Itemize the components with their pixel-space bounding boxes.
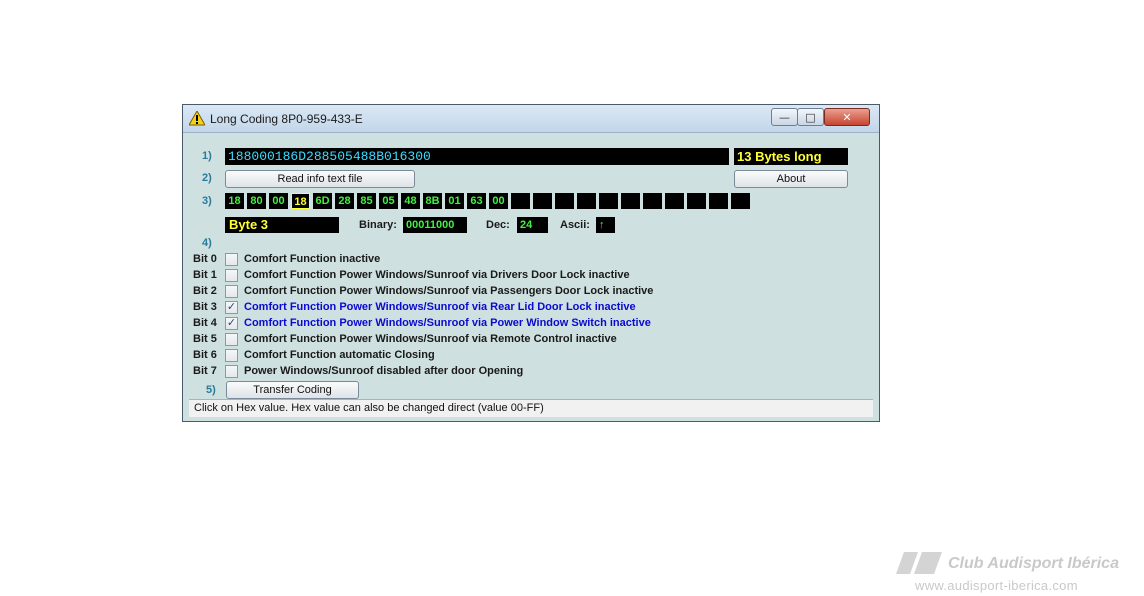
maximize-button[interactable]: □	[797, 108, 824, 126]
hex-byte-cell[interactable]: 6D	[313, 193, 332, 209]
about-button[interactable]: About	[734, 170, 848, 188]
checkmark-icon: ✓	[226, 301, 237, 313]
checkmark-icon: ✓	[226, 317, 237, 329]
hex-byte-cell[interactable]: 8B	[423, 193, 442, 209]
client-area: 1) 188000186D288505488B016300 13 Bytes l…	[189, 133, 873, 417]
hex-byte-cell[interactable]: 63	[467, 193, 486, 209]
hex-byte-cell-empty[interactable]	[643, 193, 662, 209]
bit-description: Comfort Function Power Windows/Sunroof v…	[244, 285, 654, 297]
bit-description: Comfort Function automatic Closing	[244, 349, 435, 361]
hex-byte-cell[interactable]: 80	[247, 193, 266, 209]
watermark-brand: Club Audisport Ibérica	[948, 555, 1119, 572]
bit-3-checkbox[interactable]: ✓	[225, 301, 238, 314]
hex-byte-cell-empty[interactable]	[731, 193, 750, 209]
binary-value: 00011000	[403, 217, 467, 233]
hex-byte-cell-empty[interactable]	[533, 193, 552, 209]
hex-byte-cell[interactable]: 48	[401, 193, 420, 209]
hex-byte-cell[interactable]: 00	[489, 193, 508, 209]
minimize-button[interactable]: —	[771, 108, 798, 126]
bit-label: Bit 7	[193, 365, 217, 377]
hex-byte-cell-empty[interactable]	[599, 193, 618, 209]
audisport-logo-icon	[896, 552, 942, 574]
bit-description: Power Windows/Sunroof disabled after doo…	[244, 365, 524, 377]
bit-label: Bit 5	[193, 333, 217, 345]
bit-label: Bit 4	[193, 317, 217, 329]
bit-6-checkbox[interactable]	[225, 349, 238, 362]
coding-field[interactable]: 188000186D288505488B016300	[225, 148, 729, 165]
bit-4-checkbox[interactable]: ✓	[225, 317, 238, 330]
step-4-label: 4)	[202, 237, 212, 249]
hex-byte-cell-empty[interactable]	[687, 193, 706, 209]
hex-byte-cell-empty[interactable]	[555, 193, 574, 209]
bit-label: Bit 2	[193, 285, 217, 297]
bit-7-checkbox[interactable]	[225, 365, 238, 378]
step-2-label: 2)	[202, 172, 212, 184]
bit-label: Bit 0	[193, 253, 217, 265]
read-info-text-file-button[interactable]: Read info text file	[225, 170, 415, 188]
hex-byte-cell-empty[interactable]	[621, 193, 640, 209]
dec-value: 24	[517, 217, 548, 233]
hex-byte-cell-empty[interactable]	[665, 193, 684, 209]
bit-description: Comfort Function Power Windows/Sunroof v…	[244, 333, 617, 345]
step-5-label: 5)	[206, 384, 216, 396]
binary-label: Binary:	[359, 219, 397, 231]
long-coding-window: Long Coding 8P0-959-433-E — □ ✕ 1) 18800…	[182, 104, 880, 422]
selected-byte-label: Byte 3	[225, 217, 339, 233]
hex-byte-cell[interactable]: 05	[379, 193, 398, 209]
hex-byte-cell[interactable]: 18	[225, 193, 244, 209]
bit-description: Comfort Function inactive	[244, 253, 381, 265]
hex-byte-cell-empty[interactable]	[511, 193, 530, 209]
hex-byte-cell-empty[interactable]	[577, 193, 596, 209]
hex-byte-row: 18 80 00 18 6D 28 85 05 48 8B 01 63 00	[225, 193, 750, 209]
close-button[interactable]: ✕	[824, 108, 870, 126]
window-title: Long Coding 8P0-959-433-E	[210, 112, 363, 126]
bit-2-checkbox[interactable]	[225, 285, 238, 298]
bytes-long-display: 13 Bytes long	[734, 148, 848, 165]
bit-description: Comfort Function Power Windows/Sunroof v…	[244, 317, 651, 329]
watermark-url: www.audisport-iberica.com	[915, 578, 1078, 593]
bit-description: Comfort Function Power Windows/Sunroof v…	[244, 301, 636, 313]
ascii-value: ↑	[596, 217, 615, 233]
title-bar[interactable]: Long Coding 8P0-959-433-E — □ ✕	[183, 105, 879, 133]
hex-byte-cell[interactable]: 01	[445, 193, 464, 209]
bit-label: Bit 6	[193, 349, 217, 361]
step-3-label: 3)	[202, 195, 212, 207]
bit-label: Bit 1	[193, 269, 217, 281]
hex-byte-cell-selected[interactable]: 18	[291, 193, 310, 209]
transfer-coding-button[interactable]: Transfer Coding	[226, 381, 359, 399]
dec-label: Dec:	[486, 219, 510, 231]
hex-byte-cell[interactable]: 28	[335, 193, 354, 209]
bit-description: Comfort Function Power Windows/Sunroof v…	[244, 269, 630, 281]
bit-0-checkbox[interactable]	[225, 253, 238, 266]
bit-1-checkbox[interactable]	[225, 269, 238, 282]
step-1-label: 1)	[202, 150, 212, 162]
bit-5-checkbox[interactable]	[225, 333, 238, 346]
hex-byte-cell-empty[interactable]	[709, 193, 728, 209]
warning-icon	[189, 111, 205, 126]
hex-byte-cell[interactable]: 00	[269, 193, 288, 209]
status-bar: Click on Hex value. Hex value can also b…	[189, 399, 873, 417]
hex-byte-cell[interactable]: 85	[357, 193, 376, 209]
ascii-label: Ascii:	[560, 219, 590, 231]
bit-label: Bit 3	[193, 301, 217, 313]
